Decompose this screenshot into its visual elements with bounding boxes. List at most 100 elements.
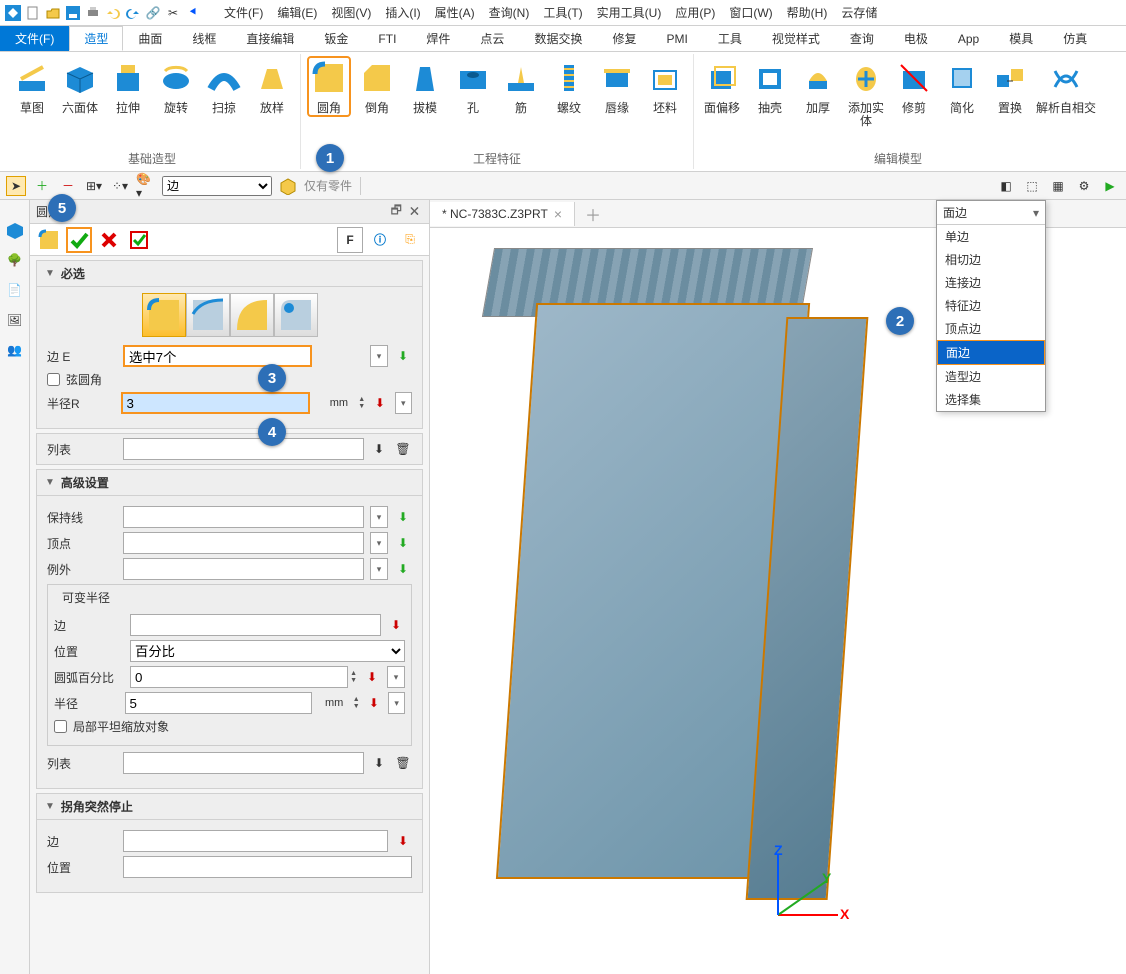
chord-checkbox[interactable] — [47, 373, 60, 386]
vr-radius-input[interactable] — [125, 692, 312, 714]
menu-query[interactable]: 查询(N) — [483, 2, 536, 23]
rbtn-thread[interactable]: 螺纹 — [547, 56, 591, 117]
edge-opt-tangent[interactable]: 相切边 — [937, 248, 1045, 271]
slice-icon[interactable]: ✂ — [164, 4, 182, 22]
tab-close-icon[interactable]: × — [554, 206, 562, 222]
rbtn-rib[interactable]: 筋 — [499, 56, 543, 117]
list-save-icon[interactable]: ⬇ — [370, 440, 388, 458]
plus-icon[interactable]: ＋ — [32, 176, 52, 196]
grid-icon[interactable]: ⊞▾ — [84, 176, 104, 196]
chain-icon[interactable]: 🔗 — [144, 4, 162, 22]
tab-model[interactable]: 造型 — [69, 26, 123, 51]
vr-radius-pick-icon[interactable]: ⬇ — [366, 694, 383, 712]
rbtn-replace[interactable]: 置换 — [988, 56, 1032, 117]
tab-cloud[interactable]: 点云 — [465, 26, 519, 51]
tab-fti[interactable]: FTI — [363, 26, 411, 51]
cancel-button[interactable] — [96, 227, 122, 253]
tab-direct[interactable]: 直接编辑 — [231, 26, 309, 51]
radius-spin-down[interactable]: ▼ — [358, 403, 365, 410]
menu-edit[interactable]: 编辑(E) — [271, 2, 323, 23]
menu-util[interactable]: 实用工具(U) — [591, 2, 668, 23]
filter-select[interactable]: 边 — [162, 176, 272, 196]
keepline-pick-icon[interactable]: ⬇ — [394, 508, 412, 526]
menu-app[interactable]: 应用(P) — [669, 2, 721, 23]
rbtn-shell[interactable]: 抽壳 — [748, 56, 792, 117]
edge-opt-single[interactable]: 单边 — [937, 225, 1045, 248]
palette-icon[interactable]: 🎨▾ — [136, 176, 156, 196]
rbtn-selfint[interactable]: 解析自相交 — [1036, 56, 1096, 117]
tab-electrode[interactable]: 电极 — [889, 26, 943, 51]
menu-cloud[interactable]: 云存储 — [835, 2, 883, 23]
lt-layer-icon[interactable]: 📄 — [5, 280, 25, 300]
panel-restore-icon[interactable]: 🗗 — [387, 201, 406, 222]
tab-exchange[interactable]: 数据交换 — [519, 26, 597, 51]
tb-misc-3[interactable]: ▦ — [1048, 176, 1068, 196]
rbtn-thicken[interactable]: 加厚 — [796, 56, 840, 117]
rbtn-addsolid[interactable]: 添加实体 — [844, 56, 888, 130]
radius-spin-up[interactable]: ▲ — [358, 396, 365, 403]
vr-arc-pick-icon[interactable]: ⬇ — [363, 668, 381, 686]
panel-close-icon[interactable]: 🗙 — [406, 201, 423, 222]
exception-pick-icon[interactable]: ⬇ — [394, 560, 412, 578]
open-icon[interactable] — [44, 4, 62, 22]
menu-window[interactable]: 窗口(W) — [723, 2, 778, 23]
tab-file[interactable]: 文件(F) — [0, 26, 69, 51]
tb-misc-1[interactable]: ◧ — [996, 176, 1016, 196]
tab-surface[interactable]: 曲面 — [123, 26, 177, 51]
section-required[interactable]: 必选 — [36, 260, 423, 287]
cs-edge-pick-icon[interactable]: ⬇ — [394, 832, 412, 850]
document-tab[interactable]: * NC-7383C.Z3PRT × — [430, 202, 575, 226]
rbtn-fillet[interactable]: 圆角 — [307, 56, 351, 117]
edge-opt-vertex[interactable]: 顶点边 — [937, 317, 1045, 340]
local-flat-checkbox[interactable] — [54, 720, 67, 733]
redo-icon[interactable] — [124, 4, 142, 22]
rbtn-faceoffset[interactable]: 面偏移 — [700, 56, 744, 117]
edge-opt-feature[interactable]: 特征边 — [937, 294, 1045, 317]
rbtn-hole[interactable]: 孔 — [451, 56, 495, 117]
menu-view[interactable]: 视图(V) — [325, 2, 377, 23]
print-icon[interactable] — [84, 4, 102, 22]
keepline-input[interactable] — [123, 506, 364, 528]
lt-user-icon[interactable]: 👥 — [5, 340, 25, 360]
vertex-dd[interactable]: ▾ — [370, 532, 388, 554]
rbtn-extrude[interactable]: 拉伸 — [106, 56, 150, 117]
rbtn-sketch[interactable]: 草图 — [10, 56, 54, 117]
fillet-type-4[interactable] — [274, 293, 318, 337]
tab-repair[interactable]: 修复 — [597, 26, 651, 51]
section-advanced[interactable]: 高级设置 — [36, 469, 423, 496]
rbtn-chamfer[interactable]: 倒角 — [355, 56, 399, 117]
rbtn-stock[interactable]: 坯料 — [643, 56, 687, 117]
fillet-type-2[interactable] — [186, 293, 230, 337]
list-del-icon[interactable]: 🗑 — [394, 440, 412, 458]
menu-file[interactable]: 文件(F) — [218, 2, 269, 23]
list2-save-icon[interactable]: ⬇ — [370, 754, 388, 772]
radius-more-icon[interactable]: ▾ — [395, 392, 412, 414]
box-icon[interactable] — [278, 176, 298, 196]
tab-visual[interactable]: 视觉样式 — [757, 26, 835, 51]
rbtn-revolve[interactable]: 旋转 — [154, 56, 198, 117]
rbtn-draft[interactable]: 拔模 — [403, 56, 447, 117]
fillet-type-1[interactable] — [142, 293, 186, 337]
menu-attr[interactable]: 属性(A) — [429, 2, 481, 23]
edge-dropdown-icon[interactable]: ▾ — [370, 345, 388, 367]
info-icon[interactable]: ⓘ — [367, 227, 393, 253]
list-input[interactable] — [123, 438, 364, 460]
minus-icon[interactable]: － — [58, 176, 78, 196]
vr-edge-pick-icon[interactable]: ⬇ — [387, 616, 405, 634]
edge-opt-connect[interactable]: 连接边 — [937, 271, 1045, 294]
vr-arc-input[interactable] — [130, 666, 348, 688]
menu-tools[interactable]: 工具(T) — [537, 2, 588, 23]
section-corner[interactable]: 拐角突然停止 — [36, 793, 423, 820]
rbtn-trim[interactable]: 修剪 — [892, 56, 936, 117]
cursor-icon[interactable]: ➤ — [6, 176, 26, 196]
apply-button[interactable] — [126, 227, 152, 253]
menu-help[interactable]: 帮助(H) — [781, 2, 834, 23]
cs-pos-input[interactable] — [123, 856, 412, 878]
fillet-type-icon[interactable] — [36, 227, 62, 253]
gear-icon[interactable]: ⚙ — [1074, 176, 1094, 196]
menu-insert[interactable]: 插入(I) — [379, 2, 426, 23]
edge-opt-face[interactable]: 面边 — [937, 340, 1045, 365]
rbtn-hex[interactable]: 六面体 — [58, 56, 102, 117]
vertex-pick-icon[interactable]: ⬇ — [394, 534, 412, 552]
play-icon[interactable]: ▶ — [1100, 176, 1120, 196]
